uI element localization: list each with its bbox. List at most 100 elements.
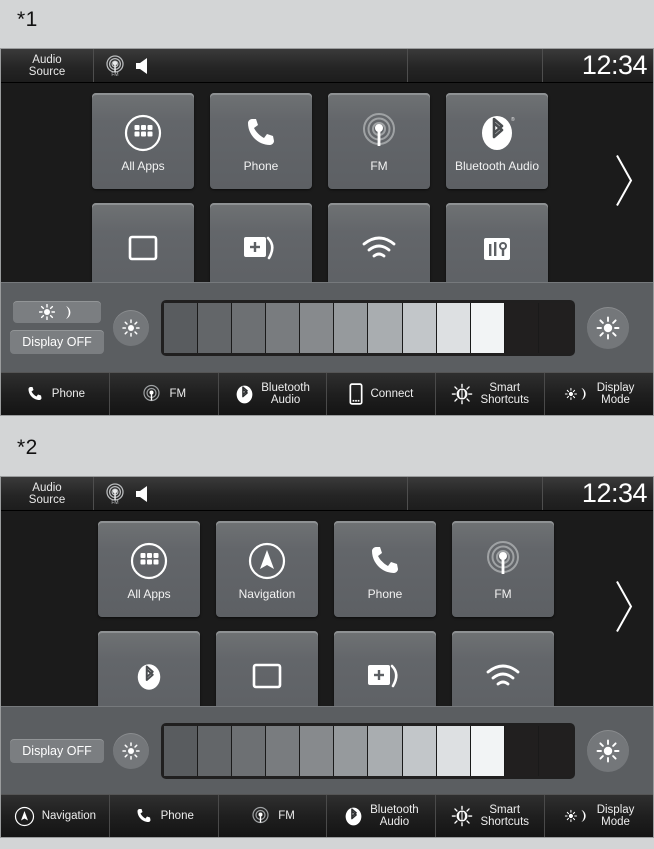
bottom-item-smart-shortcuts[interactable]: Smart Shortcuts [436,795,546,837]
slider-segment[interactable] [470,302,505,353]
audio-source-button-1[interactable]: Audio Source [1,49,94,82]
tile-navigation[interactable]: Navigation [216,521,318,617]
slider-segment[interactable] [164,725,199,776]
speaker-volume-icon [136,485,147,502]
slider-segment-empty[interactable] [538,302,572,353]
status-icons-1: FM [94,49,408,82]
wifi-icon [484,654,522,700]
tile-all-apps[interactable]: All Apps [98,521,200,617]
svg-text:FM: FM [111,72,118,77]
tile-bluetooth-audio[interactable] [98,631,200,706]
infotainment-screen-2: Audio Source FM 12:34 All Apps Navigatio… [0,476,654,838]
slider-segment-empty[interactable] [504,302,539,353]
clock-2: 12:34 [581,478,648,508]
bottom-item-smart-shortcuts[interactable]: Smart Shortcuts [436,373,546,415]
bottom-item-label: FM [169,387,187,400]
bottom-item-label: Connect [370,387,414,400]
audio-source-button-2[interactable]: Audio Source [1,477,94,510]
bluetooth-icon [345,807,362,825]
brightness-large-sun-icon[interactable] [587,306,629,349]
bottom-item-phone[interactable]: Phone [110,795,219,837]
chevron-right-icon[interactable] [611,577,637,640]
slider-segment[interactable] [198,302,233,353]
brightness-small-sun-icon[interactable] [113,309,149,346]
audio-source-line2: Source [28,493,66,506]
brightness-slider-1[interactable] [161,299,575,356]
rear-camera-icon [126,226,160,272]
bottom-item-label: Phone [160,809,194,822]
bottom-item-phone[interactable]: Phone [1,373,110,415]
brightness-slider-2[interactable] [161,722,575,779]
moon-icon [65,305,70,319]
slider-segment[interactable] [266,725,301,776]
bottom-item-fm[interactable]: FM [219,795,328,837]
slider-segment[interactable] [334,725,369,776]
bluetooth-icon [236,385,253,403]
fm-radio-icon [482,538,524,584]
status-icons-2: FM [94,477,408,510]
app-grid-1: All Apps Phone FM ® Bluetooth Audio [92,93,548,282]
slider-segment[interactable] [368,725,403,776]
tile-label: FM [370,158,388,173]
slider-segment[interactable] [334,302,369,353]
app-grid-area-1: All Apps Phone FM ® Bluetooth Audio [1,83,653,282]
bottom-item-display-mode[interactable]: Display Mode [545,373,653,415]
slider-segment[interactable] [300,302,335,353]
tile-sms-message[interactable] [334,631,436,706]
slider-segment[interactable] [300,725,335,776]
display-mode-icon [564,387,586,401]
bottom-item-bluetooth-audio[interactable]: Bluetooth Audio [219,373,328,415]
slider-segment[interactable] [164,302,199,353]
bottom-item-connect[interactable]: Connect [327,373,437,415]
slider-segment[interactable] [436,725,471,776]
tile-fm[interactable]: FM [328,93,430,189]
bottom-item-navigation[interactable]: Navigation [1,795,110,837]
tile-rear-camera[interactable] [216,631,318,706]
slider-segment[interactable] [232,302,267,353]
slider-segment[interactable] [266,302,301,353]
figure-label-1: *1 [17,8,38,31]
display-off-button-1[interactable]: Display OFF [10,330,104,354]
tile-sms-message[interactable] [210,203,312,282]
bottom-item-display-mode[interactable]: Display Mode [545,795,653,837]
bottom-item-label: Display Mode [596,803,635,829]
slider-segment[interactable] [470,725,505,776]
brightness-large-sun-icon[interactable] [587,729,629,772]
chevron-right-icon[interactable] [611,151,637,214]
app-grid-2: All Apps Navigation Phone FM [98,521,554,706]
smart-shortcuts-icon [452,805,473,827]
tile-phone[interactable]: Phone [210,93,312,189]
slider-segment[interactable] [436,302,471,353]
sms-message-icon [365,654,405,700]
bottom-item-bluetooth-audio[interactable]: Bluetooth Audio [327,795,437,837]
slider-segment[interactable] [368,302,403,353]
slider-segment[interactable] [402,302,437,353]
tile-wifi[interactable] [328,203,430,282]
tile-fm[interactable]: FM [452,521,554,617]
clock-1: 12:34 [581,50,648,80]
day-night-toggle-button[interactable] [13,301,101,323]
bottom-item-fm[interactable]: FM [110,373,219,415]
tile-label: FM [494,586,512,601]
tile-bluetooth-audio[interactable]: ® Bluetooth Audio [446,93,548,189]
tile-phone[interactable]: Phone [334,521,436,617]
tile-wifi[interactable] [452,631,554,706]
slider-segment-empty[interactable] [504,725,539,776]
tile-label: Navigation [238,586,296,601]
audio-source-line1: Audio [32,481,62,494]
tile-info-trip[interactable] [446,203,548,282]
slider-segment[interactable] [402,725,437,776]
slider-segment-empty[interactable] [538,725,572,776]
tile-all-apps[interactable]: All Apps [92,93,194,189]
status-middle-2 [408,477,543,510]
display-off-button-2[interactable]: Display OFF [10,738,104,763]
slider-segment[interactable] [198,725,233,776]
brightness-small-sun-icon[interactable] [113,732,149,769]
app-grid-area-2: All Apps Navigation Phone FM [1,511,653,706]
navigation-compass-icon [14,806,34,826]
tile-rear-camera[interactable] [92,203,194,282]
audio-source-line1: Audio [32,53,62,66]
slider-segment[interactable] [232,725,267,776]
fm-radio-icon [143,384,161,401]
svg-text:®: ® [511,116,515,123]
